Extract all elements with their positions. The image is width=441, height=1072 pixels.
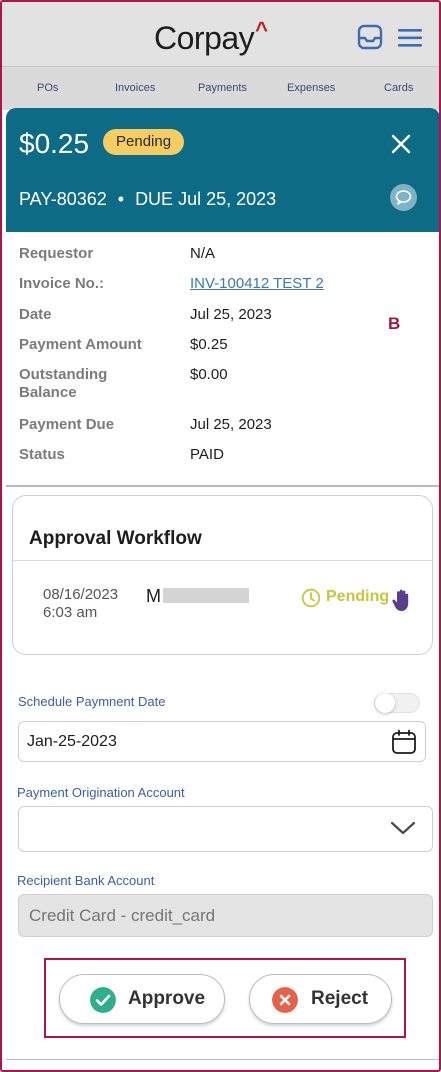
nav-payments[interactable]: Payments [198, 82, 247, 94]
detail-label: Invoice No.: [19, 275, 105, 292]
payment-reference: PAY-80362 • DUE Jul 25, 2023 [19, 189, 276, 210]
hamburger-menu-icon[interactable] [397, 27, 423, 49]
status-badge: Pending [103, 129, 185, 155]
detail-label: Payment Due [19, 416, 115, 433]
close-icon[interactable] [389, 132, 413, 156]
payment-header: $0.25 Pending PAY-80362 • DUE Jul 25, 2023 [6, 108, 439, 232]
inbox-icon[interactable] [357, 24, 383, 50]
detail-value: Jul 25, 2023 [190, 306, 272, 323]
schedule-date-field[interactable]: Jan-25-2023 [18, 721, 426, 762]
workflow-approver-name: M [146, 586, 161, 606]
invoice-link[interactable]: INV-100412 TEST 2 [190, 275, 324, 292]
card-divider [13, 560, 432, 561]
nav-pos[interactable]: POs [37, 82, 58, 94]
recipient-account-field: Credit Card - credit_card [18, 894, 433, 937]
approval-workflow-card: Approval Workflow 08/16/2023 6:03 am M P… [12, 495, 433, 655]
detail-value: Jul 25, 2023 [190, 416, 272, 433]
detail-label: Status [19, 446, 65, 463]
redacted-name [163, 588, 249, 603]
nav-cards[interactable]: Cards [384, 82, 413, 94]
workflow-entry-time: 6:03 am [43, 604, 98, 621]
detail-value: PAID [190, 446, 224, 463]
reject-label: Reject [311, 988, 369, 1009]
corpay-logo: Corpay^ [154, 17, 268, 57]
detail-value: $0.00 [190, 366, 228, 383]
schedule-date-value: Jan-25-2023 [27, 733, 117, 750]
check-circle-icon [90, 987, 116, 1013]
app-frame: Corpay^ POs Invoices Payments Expenses C… [0, 0, 441, 1072]
due-date: DUE Jul 25, 2023 [135, 189, 277, 209]
action-buttons-highlight: Approve Reject [44, 958, 406, 1038]
logo-text: Corpay [154, 20, 255, 56]
payment-amount: $0.25 [19, 128, 90, 159]
x-circle-icon [272, 987, 298, 1013]
nav-invoices[interactable]: Invoices [115, 82, 155, 94]
workflow-status: Pending [326, 588, 390, 605]
nav-expenses[interactable]: Expenses [287, 82, 335, 94]
calendar-icon[interactable] [391, 729, 417, 755]
schedule-date-label: Schedule Paymnent Date [18, 694, 166, 709]
separator-dot: • [117, 189, 125, 209]
detail-label: Requestor [19, 245, 94, 262]
chevron-down-icon[interactable] [390, 819, 416, 837]
bottom-divider [6, 1059, 439, 1060]
section-nav: POs Invoices Payments Expenses Cards [2, 66, 439, 110]
hand-icon [392, 589, 409, 611]
top-app-bar: Corpay^ [2, 2, 439, 66]
detail-label: Outstanding Balance [19, 366, 108, 401]
schedule-date-toggle[interactable] [374, 693, 420, 713]
payment-details: Requestor N/A Invoice No.: INV-100412 TE… [6, 232, 439, 487]
card-title: Approval Workflow [29, 528, 202, 549]
detail-value: $0.25 [190, 336, 228, 353]
comment-button[interactable] [390, 184, 417, 211]
chat-bubble-icon [395, 190, 412, 205]
recipient-account-label: Recipient Bank Account [17, 873, 155, 888]
approve-label: Approve [128, 988, 206, 1009]
annotation-marker: B [388, 314, 401, 333]
detail-value: N/A [190, 245, 216, 262]
reject-button[interactable]: Reject [249, 974, 392, 1024]
workflow-entry-date: 08/16/2023 [43, 586, 119, 603]
approve-button[interactable]: Approve [59, 974, 225, 1024]
workflow-entry-datetime: 08/16/2023 6:03 am [43, 586, 118, 622]
logo-mark: ^ [255, 17, 268, 42]
recipient-account-value: Credit Card - credit_card [29, 906, 216, 925]
detail-label: Payment Amount [19, 336, 142, 353]
detail-label: Date [19, 306, 52, 323]
origination-account-label: Payment Origination Account [17, 785, 185, 800]
origination-account-select[interactable] [18, 806, 433, 852]
clock-icon [301, 588, 321, 608]
payment-id: PAY-80362 [19, 189, 107, 209]
